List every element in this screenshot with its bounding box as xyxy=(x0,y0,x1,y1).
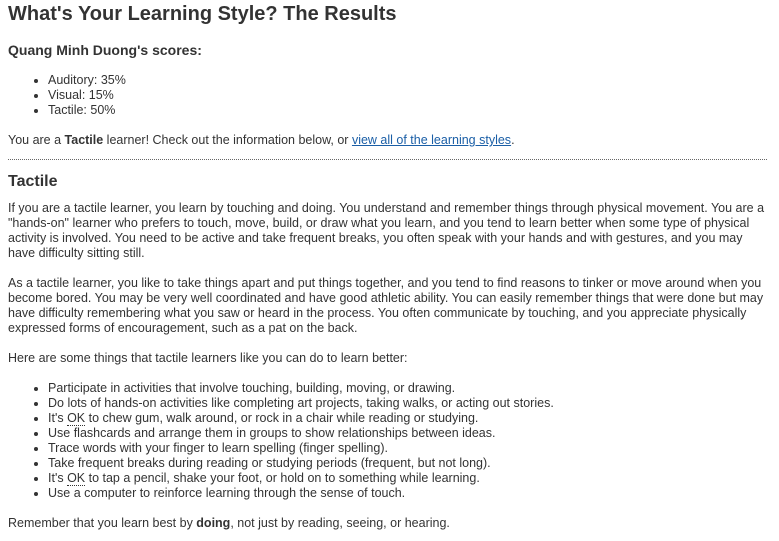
description-paragraph-1: If you are a tactile learner, you learn … xyxy=(8,201,765,260)
score-value: 50% xyxy=(90,103,116,117)
tip-text: It's xyxy=(48,411,68,425)
view-all-styles-link[interactable]: view all of the learning styles xyxy=(352,133,511,147)
section-divider xyxy=(8,159,767,160)
tip-item: Participate in activities that involve t… xyxy=(48,381,770,396)
closing-after: , not just by reading, seeing, or hearin… xyxy=(230,516,450,530)
results-page: What's Your Learning Style? The Results … xyxy=(0,0,770,531)
tip-item: Take frequent breaks during reading or s… xyxy=(48,456,770,471)
tip-item: Do lots of hands-on activities like comp… xyxy=(48,396,770,411)
result-style: Tactile xyxy=(64,133,104,147)
closing-before: Remember that you learn best by xyxy=(8,516,197,530)
scores-heading: Quang Minh Duong's scores: xyxy=(8,42,202,58)
tip-item: Use a computer to reinforce learning thr… xyxy=(48,486,770,501)
score-label: Visual: xyxy=(48,88,86,102)
score-item-tactile: Tactile: 50% xyxy=(48,103,770,118)
score-item-visual: Visual: 15% xyxy=(48,88,770,103)
tip-item: It's OK to chew gum, walk around, or roc… xyxy=(48,411,770,426)
result-prefix: You are a xyxy=(8,133,65,147)
score-value: 35% xyxy=(100,73,126,87)
tip-text: It's xyxy=(48,471,68,485)
score-label: Auditory: xyxy=(48,73,98,87)
tip-item: Use flashcards and arrange them in group… xyxy=(48,426,770,441)
page-title: What's Your Learning Style? The Results xyxy=(8,3,397,25)
closing-emphasis: doing xyxy=(196,516,231,530)
ok-abbreviation: OK xyxy=(67,411,86,426)
score-value: 15% xyxy=(88,88,114,102)
tip-text: to chew gum, walk around, or rock in a c… xyxy=(85,411,479,425)
description-paragraph-2: As a tactile learner, you like to take t… xyxy=(8,276,764,335)
tip-text: to tap a pencil, shake your foot, or hol… xyxy=(85,471,480,485)
scores-list: Auditory: 35% Visual: 15% Tactile: 50% xyxy=(8,73,770,118)
result-suffix: . xyxy=(511,133,515,147)
closing-remark: Remember that you learn best by doing, n… xyxy=(8,516,770,531)
score-label: Tactile: xyxy=(48,103,87,117)
tips-intro: Here are some things that tactile learne… xyxy=(8,351,408,365)
tip-item: Trace words with your finger to learn sp… xyxy=(48,441,770,456)
tip-item: It's OK to tap a pencil, shake your foot… xyxy=(48,471,770,486)
result-middle: learner! Check out the information below… xyxy=(103,133,352,147)
ok-abbreviation: OK xyxy=(67,471,86,486)
result-summary: You are a Tactile learner! Check out the… xyxy=(8,133,770,148)
tips-list: Participate in activities that involve t… xyxy=(8,381,770,501)
score-item-auditory: Auditory: 35% xyxy=(48,73,770,88)
section-heading: Tactile xyxy=(8,173,58,190)
